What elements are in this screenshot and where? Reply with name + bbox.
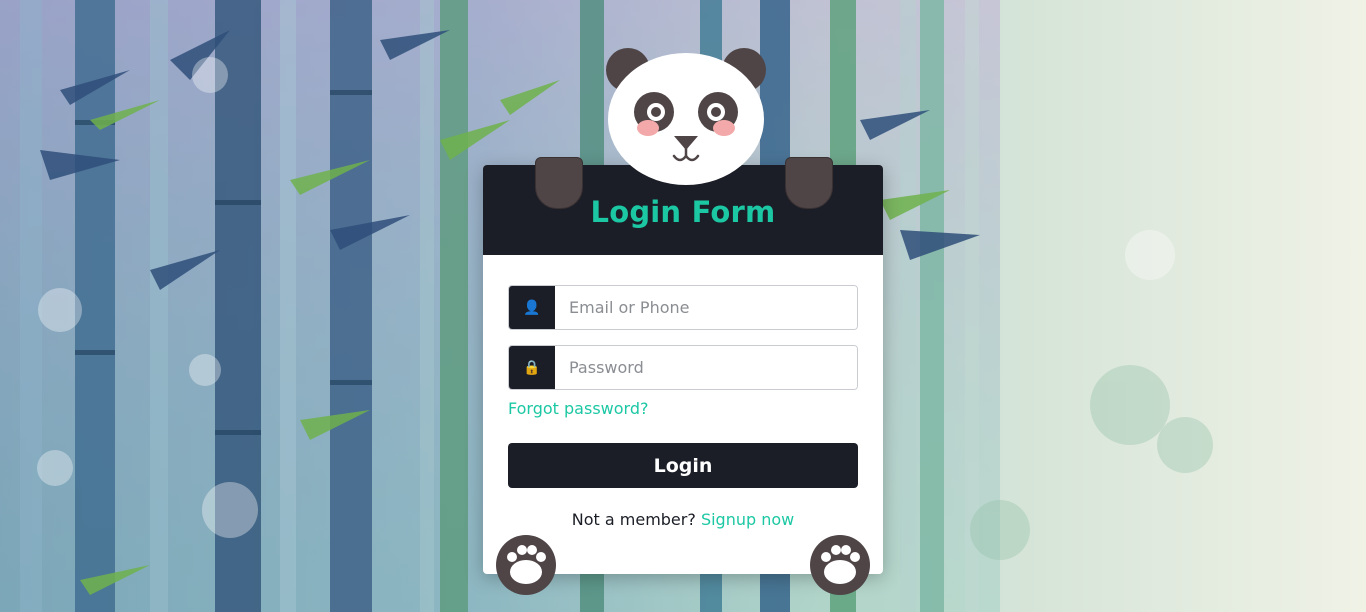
panda-hand-right xyxy=(785,157,833,209)
signup-row: Not a member? Signup now xyxy=(483,510,883,529)
panda-head-icon xyxy=(606,44,766,189)
user-icon: 👤 xyxy=(509,286,555,329)
paw-icon xyxy=(496,535,556,595)
password-field: 🔒 xyxy=(508,345,858,390)
signup-prompt: Not a member? xyxy=(571,510,696,529)
panda-cheek-left xyxy=(637,120,659,136)
password-input[interactable] xyxy=(555,346,857,389)
panda-hand-left xyxy=(535,157,583,209)
form-title: Login Form xyxy=(590,195,776,229)
paw-icon xyxy=(810,535,870,595)
lock-icon: 🔒 xyxy=(509,346,555,389)
signup-link[interactable]: Signup now xyxy=(701,510,794,529)
login-button[interactable]: Login xyxy=(508,443,858,488)
email-field: 👤 xyxy=(508,285,858,330)
login-card: Login Form 👤 🔒 Forgot password? Login No… xyxy=(483,157,883,574)
forgot-password-link[interactable]: Forgot password? xyxy=(508,399,648,418)
panda-cheek-right xyxy=(713,120,735,136)
email-input[interactable] xyxy=(555,286,857,329)
